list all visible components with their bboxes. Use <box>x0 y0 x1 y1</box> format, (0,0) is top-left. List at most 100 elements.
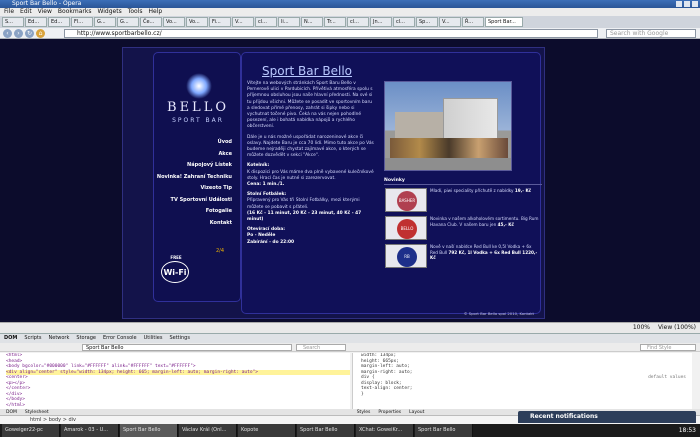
billiard-text: K dispozici pro Vás máme dva plně vybave… <box>247 169 374 181</box>
minimize-button[interactable] <box>676 1 682 7</box>
tab-utilities[interactable]: Utilities <box>144 334 163 343</box>
browser-tab[interactable]: Ř... <box>462 17 484 27</box>
site-menu-item[interactable]: Akce <box>157 149 232 161</box>
browser-tab[interactable]: Ed... <box>25 17 47 27</box>
intro-paragraph-2: Dále je u nás možné uspořádat narozenino… <box>247 134 374 159</box>
browser-tab[interactable]: Ed... <box>48 17 70 27</box>
hours-line-1: Po - Neděle <box>247 233 276 239</box>
hours-line-2: Zabírání - do 22:00 <box>247 239 295 245</box>
news-body: Novinka v našem alkoholovém sortimentu. … <box>430 216 539 227</box>
menu-file[interactable]: File <box>4 8 14 16</box>
taskbar-item[interactable]: Goweiger22-pc <box>2 424 60 437</box>
logo-title: BELLO <box>167 100 229 115</box>
intro-text: Vítejte na webových stránkách Sport Baru… <box>247 81 374 246</box>
view-button[interactable]: View (100%) <box>658 323 696 333</box>
news-image[interactable]: BELLO <box>385 216 427 240</box>
reload-icon[interactable]: ↻ <box>25 29 34 38</box>
tab-error-console[interactable]: Error Console <box>103 334 137 343</box>
browser-tab[interactable]: Vo... <box>186 17 208 27</box>
tab-scripts[interactable]: Scripts <box>24 334 41 343</box>
browser-tab-active[interactable]: Sport Bar... <box>485 17 523 27</box>
site-menu-item[interactable]: Úvod <box>157 137 232 149</box>
news-image-logo: BELLO <box>397 219 417 239</box>
site-menu-item[interactable]: Vizeoto Tip <box>157 183 232 195</box>
wifi-label: Wi-Fi <box>163 268 187 277</box>
dom-line[interactable]: </html> <box>6 403 350 409</box>
tab-storage[interactable]: Storage <box>76 334 96 343</box>
browser-tab[interactable]: Fi... <box>209 17 231 27</box>
site-menu-item[interactable]: TV Sportovní Události <box>157 195 232 207</box>
photo-mural <box>390 138 508 158</box>
foosball-text: Připravený pro Vás tři Stolní Fotbálky, … <box>247 198 360 210</box>
taskbar-item[interactable]: Václav Král (Onl... <box>179 424 237 437</box>
browser-tab[interactable]: Če... <box>140 17 162 27</box>
menu-view[interactable]: View <box>38 8 52 16</box>
menu-tools[interactable]: Tools <box>128 8 143 16</box>
close-button[interactable] <box>692 1 698 7</box>
browser-tab[interactable]: N... <box>301 17 323 27</box>
style-panel[interactable]: width: 134px; height: 665px; margin-left… <box>352 353 692 409</box>
page-title: Sport Bar Bello <box>262 64 352 78</box>
site-content: Sport Bar Bello Vítejte na webových strá… <box>241 52 542 316</box>
browser-tab[interactable]: V... <box>232 17 254 27</box>
css-default-label: default values <box>648 375 686 380</box>
news-image[interactable]: BASHER <box>385 188 427 212</box>
menu-edit[interactable]: Edit <box>20 8 32 16</box>
menu-widgets[interactable]: Widgets <box>97 8 121 16</box>
page-counter: 2/4 <box>216 248 225 254</box>
browser-tab[interactable]: cl... <box>347 17 369 27</box>
photo-building <box>443 98 498 142</box>
browser-tab[interactable]: V... <box>439 17 461 27</box>
home-icon[interactable]: ⌂ <box>36 29 45 38</box>
news-image[interactable]: RB <box>385 244 427 268</box>
browser-tab[interactable]: Fl... <box>71 17 93 27</box>
browser-tab[interactable]: S... <box>2 17 24 27</box>
taskbar-item[interactable]: Sport Bar Bello <box>297 424 355 437</box>
dom-tree[interactable]: <html> <head> <body bgcolor="#000000" li… <box>0 353 350 409</box>
browser-tab[interactable]: li... <box>278 17 300 27</box>
site-menu-item[interactable]: Nápojový Lístek <box>157 160 232 172</box>
browser-tab[interactable]: cl... <box>393 17 415 27</box>
notification-popup[interactable]: Recent notifications <box>518 411 696 423</box>
devtools-tabs: DOM Scripts Network Storage Error Consol… <box>0 334 700 343</box>
taskbar-item-active[interactable]: Sport Bar Bello <box>120 424 178 437</box>
tab-network[interactable]: Network <box>49 334 70 343</box>
tab-bar: S... Ed... Ed... Fl... G... G... Če... V… <box>0 16 700 28</box>
foosball-prices: (16 Kč - 11 minut, 20 Kč - 23 minut, 40 … <box>247 210 362 223</box>
browser-tab[interactable]: Sp... <box>416 17 438 27</box>
tab-dom[interactable]: DOM <box>4 334 17 343</box>
browser-tab[interactable]: Jn... <box>370 17 392 27</box>
browser-tab[interactable]: Vo... <box>163 17 185 27</box>
taskbar-item[interactable]: XChat: GoweiKr... <box>356 424 414 437</box>
taskbar-item[interactable]: Kopote <box>238 424 296 437</box>
news-item: BASHER Mladí, piwi speciality příchutě z… <box>384 187 542 214</box>
window-title: Sport Bar Bello - Opera <box>12 0 82 7</box>
search-input[interactable]: Search with Google <box>606 29 696 38</box>
site-menu-item[interactable]: Novinka! Zahraní Techniku <box>157 172 232 184</box>
dom-search-input[interactable]: Search <box>296 344 346 351</box>
browser-tab[interactable]: Tr... <box>324 17 346 27</box>
document-select[interactable]: Sport Bar Bello <box>82 344 292 351</box>
news-body: Mladí, piwi speciality příchutě z nabídk… <box>430 188 514 193</box>
address-field[interactable]: http://www.sportbarbello.cz/ <box>64 29 598 38</box>
forward-icon[interactable]: › <box>14 29 23 38</box>
menu-help[interactable]: Help <box>149 8 163 16</box>
back-icon[interactable]: ‹ <box>3 29 12 38</box>
site-menu-item[interactable]: Fotogalie <box>157 206 232 218</box>
browser-tab[interactable]: cl... <box>255 17 277 27</box>
taskbar-item[interactable]: Amarok - 03 - U... <box>61 424 119 437</box>
dragonfly-panel: DOM Scripts Network Storage Error Consol… <box>0 333 700 416</box>
news-item: RB Nově v naší nabídce Red Bull ke 0,5l … <box>384 243 542 270</box>
title-bar: Sport Bar Bello - Opera <box>0 0 700 8</box>
site-menu-item[interactable]: Kontakt <box>157 218 232 230</box>
browser-tab[interactable]: G... <box>117 17 139 27</box>
menu-bookmarks[interactable]: Bookmarks <box>58 8 92 16</box>
bello-logo[interactable]: BELLO SPORT BAR <box>164 73 232 138</box>
tab-settings[interactable]: Settings <box>169 334 190 343</box>
style-search-input[interactable]: Find Style <box>640 344 696 351</box>
wifi-top-text: FREE <box>170 255 182 260</box>
zoom-control[interactable]: 100% <box>633 323 650 333</box>
browser-tab[interactable]: G... <box>94 17 116 27</box>
maximize-button[interactable] <box>684 1 690 7</box>
taskbar-item[interactable]: Sport Bar Bello <box>415 424 473 437</box>
